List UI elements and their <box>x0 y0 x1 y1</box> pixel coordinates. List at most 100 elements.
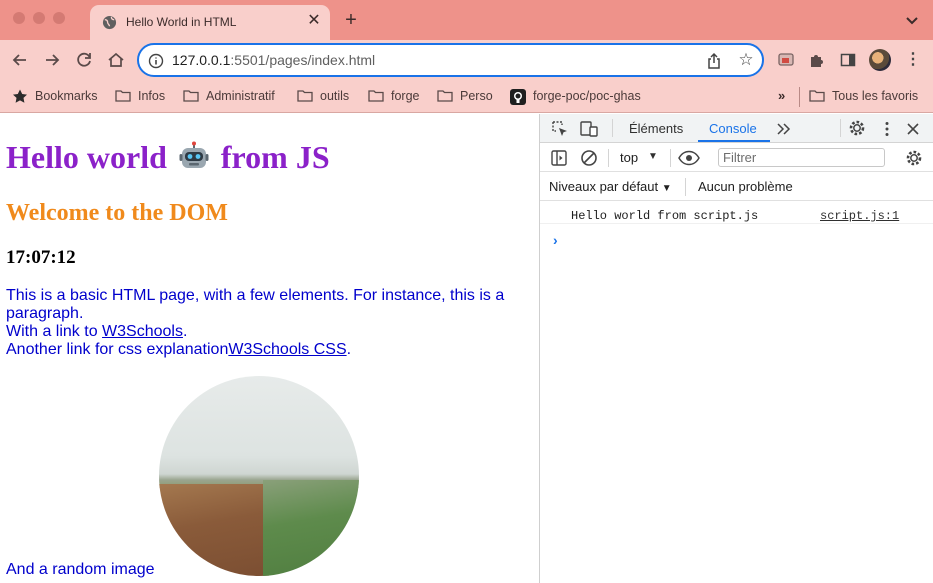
bookmark-label: forge-poc/poc-ghas <box>533 89 641 103</box>
tab-search-chevron-icon[interactable] <box>902 13 922 29</box>
paragraph-line-2-suffix: . <box>182 323 188 340</box>
active-tab-indicator <box>698 140 770 142</box>
close-tab-button[interactable]: ✕ <box>304 11 324 31</box>
tab-console[interactable]: Console <box>709 121 757 136</box>
share-icon[interactable] <box>705 52 723 70</box>
folder-icon <box>183 89 199 103</box>
bookmark-label: Administratif <box>206 89 275 103</box>
menu-kebab-icon[interactable]: ⋮ <box>905 50 921 70</box>
settings-gear-icon[interactable] <box>848 119 866 137</box>
paragraph-line-2-prefix: With a link to <box>6 323 103 340</box>
intro-paragraph: This is a basic HTML page, with a few el… <box>6 287 531 359</box>
paragraph-line-3-suffix: . <box>346 341 352 358</box>
all-bookmarks-folder[interactable]: Tous les favoris <box>809 87 918 105</box>
tab-elements[interactable]: Éléments <box>629 121 683 136</box>
folder-icon <box>809 89 825 103</box>
address-host: 127.0.0.1 <box>172 52 231 68</box>
console-message: Hello world from script.js script.js:1 <box>540 202 933 224</box>
forward-arrow-icon[interactable] <box>41 49 63 71</box>
console-message-source-link[interactable]: script.js:1 <box>820 209 899 223</box>
new-tab-button[interactable]: + <box>340 9 362 31</box>
console-prompt[interactable]: › <box>553 232 558 248</box>
page-subheading: Welcome to the DOM <box>6 200 228 226</box>
grass-field <box>263 480 359 576</box>
toolbar-divider <box>612 119 613 137</box>
device-toolbar-icon[interactable] <box>580 120 598 138</box>
address-path: :5501/pages/index.html <box>230 52 376 68</box>
close-window-button[interactable] <box>13 12 25 24</box>
live-expression-eye-icon[interactable] <box>678 149 700 167</box>
browser-toolbar: 127.0.0.1:5501/pages/index.html ☆ ⋮ <box>0 40 933 80</box>
side-panel-icon[interactable] <box>838 50 858 70</box>
globe-icon <box>102 15 117 30</box>
cast-icon[interactable] <box>776 50 796 70</box>
page-heading: Hello world from JS <box>6 139 330 176</box>
console-levels-bar: Niveaux par défaut ▼ Aucun problème <box>540 172 933 201</box>
heading-text-before: Hello world <box>6 139 167 175</box>
github-icon <box>510 89 526 105</box>
console-message-text: Hello world from script.js <box>571 209 759 223</box>
tab-active[interactable]: Hello World in HTML ✕ <box>90 5 330 40</box>
profile-avatar[interactable] <box>869 49 891 71</box>
console-settings-gear-icon[interactable] <box>905 149 923 167</box>
more-tabs-chevron-icon[interactable] <box>774 120 792 138</box>
console-filter-input[interactable] <box>718 148 885 167</box>
folder-icon <box>115 89 131 103</box>
show-sidebar-icon[interactable] <box>550 149 568 167</box>
back-arrow-icon[interactable] <box>9 49 31 71</box>
heading-text-after: from JS <box>220 139 330 175</box>
devtools-panel: Éléments Console top ▼ Filtrer Niveaux p… <box>539 114 933 583</box>
bookmark-label: outils <box>320 89 350 103</box>
bookmark-label: Perso <box>460 89 493 103</box>
robot-icon <box>179 141 209 171</box>
console-toolbar: top ▼ <box>540 143 933 172</box>
tab-strip: Hello World in HTML ✕ + <box>0 0 933 40</box>
context-caret-icon[interactable]: ▼ <box>648 151 658 162</box>
toolbar-divider <box>608 149 609 167</box>
issues-counter[interactable]: Aucun problème <box>698 179 793 194</box>
bookmark-folder-infos[interactable]: Infos <box>115 87 165 105</box>
bookmark-folder-perso[interactable]: Perso <box>437 87 493 105</box>
paragraph-line-1: This is a basic HTML page, with a few el… <box>6 287 505 322</box>
bookmark-folder-outils[interactable]: outils <box>297 87 349 105</box>
bookmark-label: Bookmarks <box>35 89 98 103</box>
page-viewport: Hello world from JS Welcome to the DOM 1… <box>0 114 539 583</box>
random-field-image <box>159 376 359 576</box>
close-devtools-icon[interactable] <box>904 120 922 138</box>
bookmarks-bar: Bookmarks Infos Administratif outils for… <box>0 80 933 113</box>
bookmark-item-bookmarks[interactable]: Bookmarks <box>12 87 98 105</box>
toolbar-divider <box>685 178 686 196</box>
minimize-window-button[interactable] <box>33 12 45 24</box>
bookmark-folder-administratif[interactable]: Administratif <box>183 87 275 105</box>
w3schools-link[interactable]: W3Schools <box>102 323 183 340</box>
site-info-icon[interactable] <box>148 53 164 69</box>
extensions-puzzle-icon[interactable] <box>807 50 827 70</box>
bookmark-label: Infos <box>138 89 166 103</box>
toolbar-divider <box>670 149 671 167</box>
bookmark-item-poc-ghas[interactable]: forge-poc/poc-ghas <box>510 87 641 105</box>
tab-title: Hello World in HTML <box>126 15 237 29</box>
home-icon[interactable] <box>105 49 127 71</box>
w3schools-css-link[interactable]: W3Schools CSS <box>228 341 346 358</box>
paragraph-line-3-prefix: Another link for css explanation <box>6 341 229 358</box>
toolbar-divider <box>840 119 841 137</box>
bookmark-star-icon[interactable]: ☆ <box>736 50 756 70</box>
address-bar[interactable]: 127.0.0.1:5501/pages/index.html ☆ <box>137 43 764 77</box>
devtools-menu-kebab-icon[interactable] <box>878 120 896 138</box>
levels-caret-icon: ▼ <box>661 183 672 194</box>
bookmarks-overflow-button[interactable]: » <box>778 88 785 103</box>
folder-icon <box>297 89 313 103</box>
address-url[interactable]: 127.0.0.1:5501/pages/index.html <box>172 52 375 68</box>
clock-time: 17:07:12 <box>6 247 76 268</box>
folder-icon <box>437 89 453 103</box>
inspect-element-icon[interactable] <box>551 120 569 138</box>
clear-console-icon[interactable] <box>580 149 598 167</box>
log-levels-dropdown[interactable]: Niveaux par défaut ▼ <box>549 179 672 194</box>
reload-icon[interactable] <box>73 49 95 71</box>
star-icon <box>12 89 28 103</box>
log-levels-label: Niveaux par défaut <box>549 179 659 194</box>
bookmark-label: forge <box>391 89 420 103</box>
zoom-window-button[interactable] <box>53 12 65 24</box>
context-selector[interactable]: top <box>620 150 638 165</box>
bookmark-folder-forge[interactable]: forge <box>368 87 420 105</box>
